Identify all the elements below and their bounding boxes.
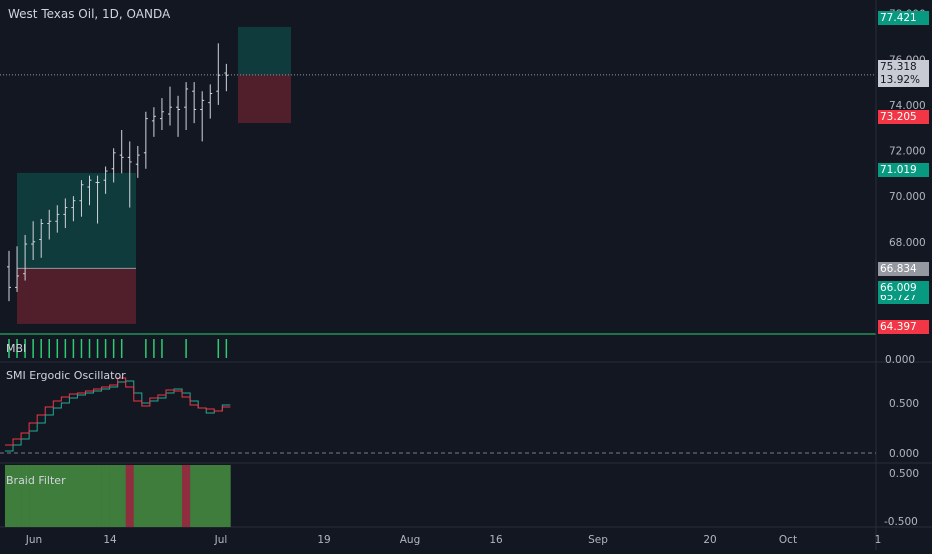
- ohlc-bar: [119, 130, 124, 174]
- price-tag-target: 77.421: [878, 11, 929, 25]
- braid-axis-tick: -0.500: [884, 516, 918, 528]
- braid-filter-bar: [141, 465, 151, 527]
- ohlc-bar: [143, 111, 148, 169]
- time-axis-label: Oct: [779, 534, 797, 546]
- price-axis-tick: 68.000: [889, 237, 926, 249]
- time-axis-label: 20: [703, 534, 716, 546]
- time-axis-label: 1: [875, 534, 882, 546]
- braid-filter-bar: [69, 465, 78, 527]
- ohlc-bar: [216, 43, 221, 105]
- time-axis-label: Jun: [25, 534, 42, 546]
- price-tag-entry: 66.834: [878, 262, 929, 276]
- braid-pane-label[interactable]: Braid Filter: [6, 474, 66, 487]
- long-position-2-profit-zone: [238, 26, 291, 75]
- braid-filter-bar: [77, 465, 86, 527]
- braid-filter-bar: [93, 465, 102, 527]
- ohlc-bar: [200, 91, 205, 142]
- price-tag-percent: 13.92%: [878, 73, 929, 87]
- smi-axis-tick: 0.000: [889, 448, 919, 460]
- time-axis-label: Aug: [400, 534, 421, 546]
- time-axis-label: Sep: [588, 534, 608, 546]
- braid-filter-bar: [149, 465, 159, 527]
- price-axis-tick: 70.000: [889, 191, 926, 203]
- smi-axis-tick: 0.500: [889, 398, 919, 410]
- time-axis-label: Jul: [214, 534, 228, 546]
- braid-filter-bar: [85, 465, 94, 527]
- braid-filter-bar: [117, 465, 127, 527]
- time-axis-label: 19: [317, 534, 330, 546]
- chart-canvas[interactable]: 78.00076.00074.00072.00070.00068.0000.00…: [0, 0, 932, 550]
- braid-filter-bar: [198, 465, 207, 527]
- ohlc-bar: [224, 63, 229, 92]
- time-axis-label: 16: [489, 534, 503, 546]
- braid-filter-bar: [157, 465, 167, 527]
- braid-filter-bar: [109, 465, 118, 527]
- long-position-2-loss-zone: [238, 74, 291, 124]
- braid-filter-bar: [222, 465, 231, 527]
- price-tag-stop-2: 64.397: [878, 320, 929, 334]
- time-axis-label: 14: [103, 534, 117, 546]
- ohlc-bar: [7, 250, 11, 302]
- braid-axis-tick: 0.500: [889, 468, 919, 480]
- braid-filter-bar: [174, 465, 183, 527]
- long-position-profit-zone: [17, 172, 136, 269]
- ohlc-bar: [176, 95, 181, 137]
- braid-filter-bar: [214, 465, 223, 527]
- ohlc-bar: [159, 98, 164, 131]
- price-tag-last: 75.318: [878, 60, 929, 74]
- mbi-pane-label[interactable]: MBI: [6, 342, 26, 355]
- ohlc-bar: [208, 84, 213, 119]
- braid-filter-bar: [182, 465, 191, 527]
- price-tag-alt-2: 66.009: [878, 281, 929, 295]
- smi-signal-line: [4, 380, 231, 452]
- mbi-axis-tick: 0.000: [885, 354, 915, 366]
- ohlc-bar: [184, 82, 189, 131]
- chart-area[interactable]: 78.00076.00074.00072.00070.00068.0000.00…: [0, 0, 932, 550]
- symbol-title[interactable]: West Texas Oil, 1D, OANDA: [8, 7, 170, 21]
- smi-pane-label[interactable]: SMI Ergodic Oscillator: [6, 369, 126, 382]
- smi-oscillator-line: [4, 377, 231, 446]
- ohlc-bar: [151, 107, 156, 137]
- price-tag-target-2: 71.019: [878, 163, 929, 177]
- ohlc-bar: [192, 82, 197, 124]
- braid-filter-bar: [133, 465, 143, 527]
- braid-filter-bar: [165, 465, 175, 527]
- ohlc-bar: [168, 86, 172, 126]
- braid-filter-bar: [125, 465, 135, 527]
- long-position-loss-zone: [17, 268, 136, 324]
- braid-filter-bar: [206, 465, 215, 527]
- price-axis-tick: 72.000: [889, 146, 926, 158]
- price-tag-stop: 73.205: [878, 110, 929, 124]
- ohlc-bar: [135, 145, 140, 178]
- braid-filter-bar: [190, 465, 199, 527]
- braid-filter-bar: [101, 465, 110, 527]
